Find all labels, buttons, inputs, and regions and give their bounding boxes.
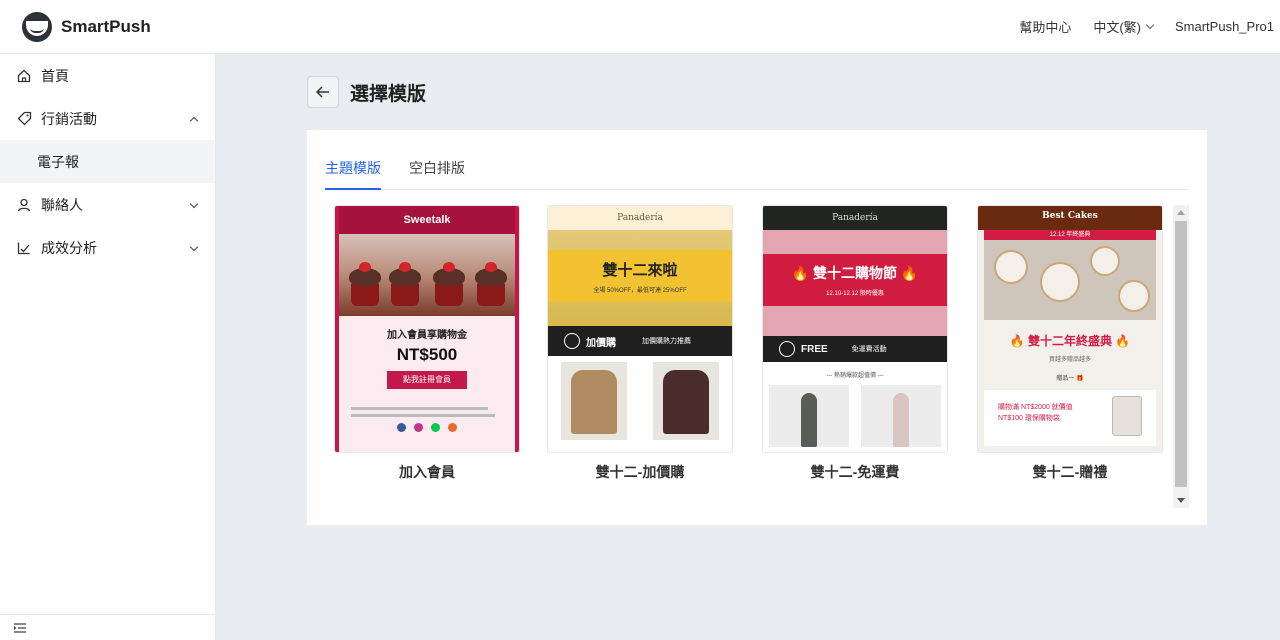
back-button[interactable]	[307, 76, 339, 108]
template-name: 加入會員	[399, 464, 455, 480]
sidebar-item-label: 成效分析	[41, 239, 97, 256]
template-name: 雙十二-免運費	[810, 464, 900, 480]
chart-check-icon	[16, 240, 32, 256]
sidebar: 首頁 行銷活動 電子報 聯絡人 成效分析	[0, 54, 216, 640]
template-thumbnail: Panadería 🔥 雙十二購物節 🔥 12.10-12.12 限時優惠 FR…	[762, 205, 948, 453]
cart-icon	[564, 333, 580, 349]
template-headline: 🔥 雙十二年終盛典 🔥	[1009, 334, 1131, 348]
sidebar-item-contacts[interactable]: 聯絡人	[0, 183, 215, 226]
template-amount: NT$500	[396, 345, 458, 364]
sidebar-item-marketing[interactable]: 行銷活動	[0, 97, 215, 140]
sidebar-item-home[interactable]: 首頁	[0, 54, 215, 97]
template-name: 雙十二-加價購	[595, 464, 685, 480]
brand[interactable]: SmartPush	[22, 11, 151, 42]
template-strip-side: 加價購熱力推薦	[642, 338, 691, 345]
cupcakes-image	[339, 234, 515, 316]
template-strip: FREE	[801, 343, 828, 355]
template-scrollbar[interactable]	[1173, 205, 1189, 508]
template-panel: 主題模版 空白排版 Sweetalk 加入會員享購物金 NT$500 點我註冊會…	[307, 130, 1207, 525]
menu-collapse-icon	[14, 622, 26, 633]
chevron-down-icon	[189, 199, 199, 209]
template-strip-side: 免運費活動	[851, 346, 887, 353]
template-brand: Sweetalk	[339, 206, 515, 234]
tab-theme-templates[interactable]: 主題模版	[325, 152, 381, 190]
template-brand: Panadería	[763, 206, 947, 230]
template-grid: Sweetalk 加入會員享購物金 NT$500 點我註冊會員 加入會員 Pan…	[325, 205, 1173, 510]
tab-blank-layout[interactable]: 空白排版	[409, 152, 465, 190]
language-label: 中文(繁)	[1093, 20, 1141, 35]
template-headline: 🔥 雙十二購物節 🔥	[791, 265, 919, 281]
sidebar-item-label: 行銷活動	[41, 110, 97, 127]
social-icons	[339, 423, 515, 432]
template-gift: 贈品一 🎁	[1056, 376, 1084, 382]
template-card-join-member[interactable]: Sweetalk 加入會員享購物金 NT$500 點我註冊會員 加入會員	[334, 205, 520, 482]
template-subline: 買越多贈品越多	[1048, 357, 1091, 363]
scroll-down-icon[interactable]	[1177, 498, 1185, 503]
template-subline: 全場 50%OFF，最低可達 25%OFF	[593, 288, 687, 294]
tote-bag-image	[1112, 396, 1142, 436]
sidebar-item-analytics[interactable]: 成效分析	[0, 226, 215, 269]
sidebar-item-label: 首頁	[41, 67, 69, 84]
sidebar-item-label: 聯絡人	[41, 196, 83, 213]
language-selector[interactable]: 中文(繁)	[1093, 17, 1155, 36]
template-cta: 點我註冊會員	[387, 371, 467, 389]
template-card-double12-addon[interactable]: Panadería 雙十二來啦 全場 50%OFF，最低可達 25%OFF 加價…	[547, 205, 733, 482]
template-thumbnail: Sweetalk 加入會員享購物金 NT$500 點我註冊會員	[334, 205, 520, 453]
page-header: 選擇模版	[307, 76, 426, 108]
template-subline: 12.10-12.12 限時優惠	[826, 291, 884, 297]
template-headline: 雙十二來啦	[602, 262, 678, 279]
template-brand: Best Cakes	[978, 206, 1162, 230]
user-icon	[16, 197, 32, 213]
template-tabs: 主題模版 空白排版	[325, 152, 1189, 190]
template-bar: 12.12 年終盛典	[984, 230, 1156, 240]
account-menu[interactable]: SmartPush_Pro1	[1175, 19, 1274, 34]
chevron-down-icon	[1145, 20, 1155, 29]
chevron-down-icon	[189, 242, 199, 252]
truck-icon	[779, 341, 795, 357]
template-card-double12-free-shipping[interactable]: Panadería 🔥 雙十二購物節 🔥 12.10-12.12 限時優惠 FR…	[762, 205, 948, 482]
template-box-text: 購物滿 NT$2000 就價值 NT$100 環保購物袋	[998, 404, 1073, 422]
sidebar-item-newsletter[interactable]: 電子報	[0, 140, 215, 183]
scroll-up-icon[interactable]	[1177, 210, 1185, 215]
smartpush-logo-icon	[22, 11, 52, 42]
scrollbar-thumb[interactable]	[1175, 221, 1187, 487]
template-headline: 加入會員享購物金	[387, 330, 467, 341]
help-center-link[interactable]: 幫助中心	[1019, 17, 1071, 36]
tag-icon	[16, 111, 32, 127]
template-brand: Panadería	[548, 206, 732, 230]
arrow-left-icon	[316, 86, 329, 98]
home-icon	[16, 68, 32, 84]
page-title: 選擇模版	[350, 83, 427, 105]
template-name: 雙十二-贈禮	[1032, 464, 1108, 480]
collapse-sidebar-button[interactable]	[0, 614, 215, 640]
template-card-double12-gift[interactable]: Best Cakes 12.12 年終盛典 🔥 雙十二年終盛典 🔥 買越多贈品越…	[977, 205, 1163, 482]
chevron-up-icon	[189, 116, 199, 126]
template-thumbnail: Best Cakes 12.12 年終盛典 🔥 雙十二年終盛典 🔥 買越多贈品越…	[977, 205, 1163, 453]
top-bar: SmartPush 幫助中心 中文(繁) SmartPush_Pro1	[0, 0, 1280, 54]
template-strip: 加價購	[586, 337, 616, 349]
brand-name: SmartPush	[61, 16, 151, 36]
template-section: --- 熱銷爆款超值價 ---	[826, 373, 884, 379]
desserts-image	[984, 240, 1156, 320]
template-thumbnail: Panadería 雙十二來啦 全場 50%OFF，最低可達 25%OFF 加價…	[547, 205, 733, 453]
